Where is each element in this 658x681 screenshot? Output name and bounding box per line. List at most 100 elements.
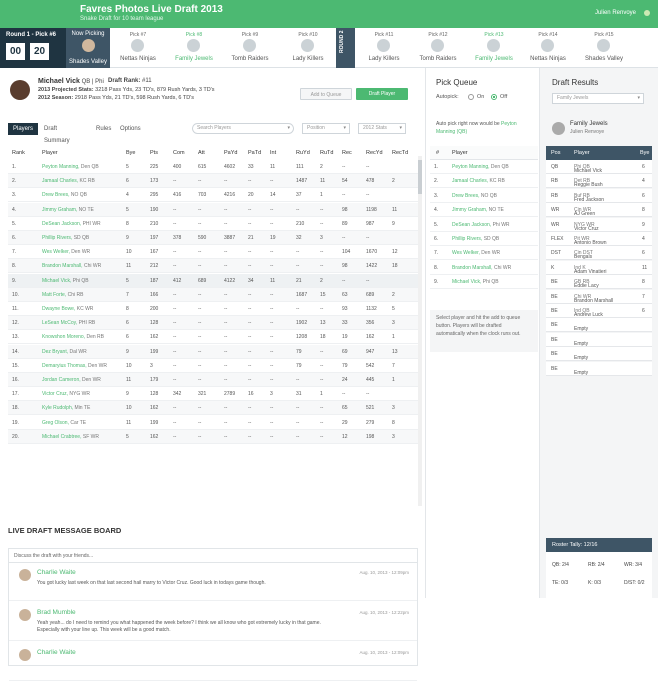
player-cell[interactable]: Jamaal Charles, KC RB bbox=[42, 178, 95, 184]
table-row[interactable]: 11. Dwayne Bowe, KC WR 8 200 -- -- -- -- -- -- -- 9… bbox=[8, 302, 418, 316]
table-row[interactable]: 1. Peyton Manning, Den QB 5 225 400 615 4602 33… bbox=[8, 160, 418, 174]
player-link[interactable]: Michael Crabtree, bbox=[42, 434, 81, 440]
results-player[interactable]: Eddie Lacy GB RB bbox=[574, 279, 599, 289]
results-player[interactable]: Adam Vinatieri Ind K bbox=[574, 265, 606, 275]
results-player[interactable]: Reggie Bush Det RB bbox=[574, 178, 603, 188]
results-player-name[interactable]: Empty bbox=[574, 355, 588, 361]
player-cell[interactable]: Brandon Marshall, Chi WR bbox=[42, 263, 101, 269]
player-cell[interactable]: Jordan Cameron, Den WR bbox=[42, 377, 101, 383]
col-header[interactable]: Att bbox=[198, 150, 205, 156]
tab-draft-summary[interactable]: Draft Summary bbox=[44, 123, 70, 144]
col-header[interactable]: Player bbox=[42, 150, 58, 156]
autopick-on-radio[interactable] bbox=[468, 94, 474, 100]
tab-players[interactable]: Players bbox=[8, 123, 39, 135]
results-player-name[interactable]: Andrew Luck bbox=[574, 312, 603, 318]
queue-player-name[interactable]: Drew Brees, bbox=[452, 193, 480, 199]
queue-player[interactable]: DeSean Jackson, Phi WR bbox=[452, 222, 510, 228]
col-header[interactable]: Bye bbox=[126, 150, 135, 156]
col-header[interactable]: Pts bbox=[150, 150, 158, 156]
table-row[interactable]: 3. Drew Brees, NO QB 4 295 416 703 4216 20 14 37 1… bbox=[8, 188, 418, 203]
results-player-name[interactable]: AJ Green bbox=[574, 211, 595, 217]
player-link[interactable]: LeSean McCoy, bbox=[42, 320, 77, 326]
player-link[interactable]: Jamaal Charles, bbox=[42, 178, 78, 184]
table-scrollbar[interactable] bbox=[418, 156, 422, 506]
pick-slot[interactable]: Pick #14 Nettas Ninjas bbox=[520, 28, 576, 68]
queue-player-name[interactable]: Brandon Marshall, bbox=[452, 265, 493, 271]
col-header[interactable]: Com bbox=[173, 150, 185, 156]
results-player[interactable]: Antonio Brown Pit WR bbox=[574, 236, 607, 246]
player-link[interactable]: Michael Vick, bbox=[42, 278, 71, 284]
results-player[interactable]: Victor Cruz NYG WR bbox=[574, 222, 599, 232]
results-player[interactable]: Fred Jackson Buf RB bbox=[574, 193, 604, 203]
team-select[interactable]: Family Jewels bbox=[552, 93, 644, 104]
results-row[interactable]: BE Brandon Marshall Chi WR 7 bbox=[546, 289, 652, 304]
results-player-name[interactable]: Reggie Bush bbox=[574, 182, 603, 188]
player-link[interactable]: Dwayne Bowe, bbox=[42, 306, 75, 312]
player-link[interactable]: Drew Brees, bbox=[42, 192, 70, 198]
pick-slot[interactable]: Pick #9 Tomb Raiders bbox=[222, 28, 278, 68]
queue-player[interactable]: Jimmy Graham, NO TE bbox=[452, 207, 504, 213]
queue-item[interactable]: 8. Brandon Marshall, Chi WR bbox=[430, 261, 538, 275]
add-to-queue-button[interactable]: Add to Queue bbox=[300, 88, 352, 100]
results-row[interactable]: FLEX Antonio Brown Pit WR 4 bbox=[546, 232, 652, 246]
table-row[interactable]: 19. Greg Olson, Car TE 11 199 -- -- -- -- -- -- --… bbox=[8, 416, 418, 430]
search-input[interactable]: Search Players bbox=[192, 123, 294, 134]
player-cell[interactable]: Knowshon Moreno, Den RB bbox=[42, 334, 104, 340]
queue-item[interactable]: 2. Jamaal Charles, KC RB bbox=[430, 174, 538, 189]
pick-slot[interactable]: Pick #13 Family Jewels bbox=[466, 28, 522, 68]
results-player-name[interactable]: Victor Cruz bbox=[574, 226, 599, 232]
results-player-name[interactable]: Empty bbox=[574, 370, 588, 376]
table-row[interactable]: 12. LeSean McCoy, PHI RB 6 128 -- -- -- -- -- 190… bbox=[8, 316, 418, 331]
queue-player[interactable]: Phillip Rivers, SD QB bbox=[452, 236, 499, 242]
table-row[interactable]: 7. Wes Welker, Den WR 10 167 -- -- -- -- -- -- -- 1… bbox=[8, 245, 418, 260]
results-player-name[interactable]: Eddie Lacy bbox=[574, 283, 599, 289]
player-link[interactable]: Wes Welker, bbox=[42, 249, 70, 255]
scroll-thumb[interactable] bbox=[418, 160, 422, 194]
results-row[interactable]: BE Empty bbox=[546, 318, 652, 333]
player-link[interactable]: Kyle Rudolph, bbox=[42, 405, 73, 411]
results-player-name[interactable]: Michael Vick bbox=[574, 168, 602, 174]
col-header[interactable]: RuYd bbox=[296, 150, 310, 156]
queue-item[interactable]: 3. Drew Brees, NO QB bbox=[430, 189, 538, 203]
table-row[interactable]: 20. Michael Crabtree, SF WR 5 162 -- -- -- -- --… bbox=[8, 429, 418, 444]
player-cell[interactable]: Drew Brees, NO QB bbox=[42, 192, 87, 198]
player-cell[interactable]: Michael Crabtree, SF WR bbox=[42, 434, 99, 440]
message-author[interactable]: Brad Mumble bbox=[37, 609, 76, 616]
queue-player[interactable]: Michael Vick, Phi QB bbox=[452, 279, 499, 285]
pick-slot[interactable]: Pick #10 Lady Killers bbox=[280, 28, 336, 68]
results-row[interactable]: BE Empty bbox=[546, 332, 652, 347]
table-row[interactable]: 17. Victor Cruz, NYG WR 9 128 342 321 2789 16 3 3… bbox=[8, 387, 418, 402]
queue-player-name[interactable]: Peyton Manning, bbox=[452, 164, 490, 170]
stats-select[interactable]: 2012 Stats bbox=[358, 123, 406, 134]
results-row[interactable]: BE Eddie Lacy GB RB 8 bbox=[546, 275, 652, 290]
pick-slot[interactable]: Pick #11 Lady Killers bbox=[356, 28, 412, 68]
results-row[interactable]: RB Reggie Bush Det RB 4 bbox=[546, 174, 652, 189]
player-cell[interactable]: Michael Vick, Phi QB bbox=[42, 278, 89, 284]
queue-player[interactable]: Drew Brees, NO QB bbox=[452, 193, 497, 199]
col-header[interactable]: Int bbox=[270, 150, 276, 156]
results-row[interactable]: BE Empty bbox=[546, 347, 652, 362]
player-link[interactable]: Brandon Marshall, bbox=[42, 263, 83, 269]
col-header[interactable]: Rank bbox=[12, 150, 25, 156]
table-row[interactable]: 5. DeSean Jackson, PHI WR 8 210 -- -- -- -- -- 21… bbox=[8, 217, 418, 231]
queue-player-name[interactable]: Jamaal Charles, bbox=[452, 178, 488, 184]
player-link[interactable]: DeSean Jackson, bbox=[42, 221, 81, 227]
col-header[interactable]: Rec bbox=[342, 150, 352, 156]
queue-player-name[interactable]: DeSean Jackson, bbox=[452, 222, 491, 228]
pick-slot[interactable]: Pick #8 Family Jewels bbox=[166, 28, 222, 68]
results-player-name[interactable]: Adam Vinatieri bbox=[574, 269, 606, 275]
col-header[interactable]: RecTd bbox=[392, 150, 408, 156]
queue-player-name[interactable]: Phillip Rivers, bbox=[452, 236, 482, 242]
player-link[interactable]: Matt Forte, bbox=[42, 292, 66, 298]
player-cell[interactable]: Dwayne Bowe, KC WR bbox=[42, 306, 93, 312]
player-cell[interactable]: LeSean McCoy, PHI RB bbox=[42, 320, 95, 326]
player-link[interactable]: Phillip Rivers, bbox=[42, 235, 72, 241]
results-row[interactable]: BE Empty bbox=[546, 361, 652, 376]
queue-player[interactable]: Wes Welker, Den WR bbox=[452, 250, 500, 256]
queue-player-name[interactable]: Michael Vick, bbox=[452, 279, 481, 285]
queue-item[interactable]: 5. DeSean Jackson, Phi WR bbox=[430, 218, 538, 232]
table-row[interactable]: 9. Michael Vick, Phi QB 5 187 412 689 4122 34 11… bbox=[8, 273, 418, 288]
table-row[interactable]: 14. Dez Bryant, Dal WR 9 199 -- -- -- -- -- 79 -- 6… bbox=[8, 344, 418, 359]
results-player[interactable]: Brandon Marshall Chi WR bbox=[574, 294, 613, 304]
player-link[interactable]: Greg Olson, bbox=[42, 420, 69, 426]
